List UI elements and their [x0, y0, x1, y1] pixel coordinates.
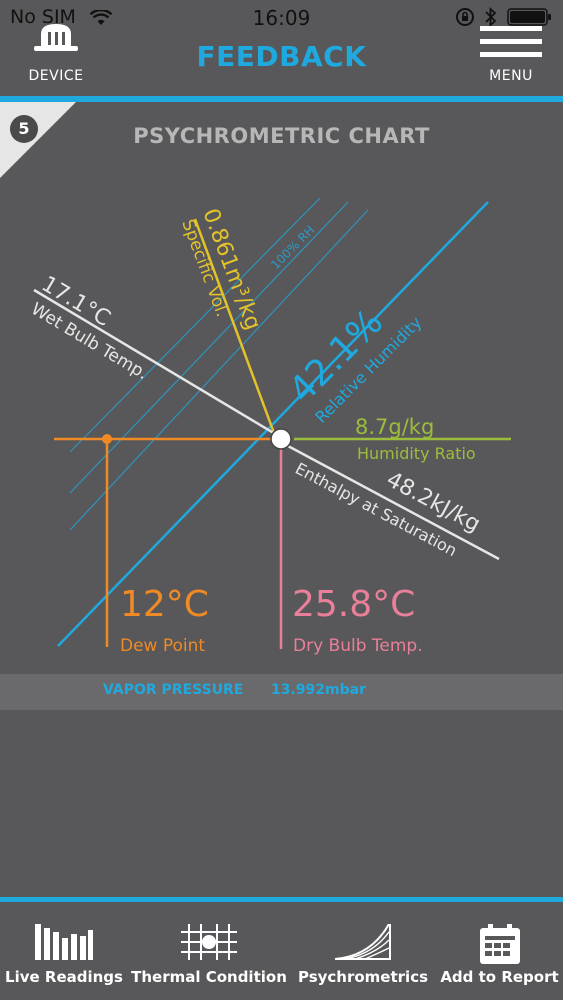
- app-header: DEVICE FEEDBACK MENU: [0, 24, 563, 96]
- hamburger-icon: [480, 26, 542, 57]
- status-icons: [455, 6, 553, 28]
- humidity-ratio-value: 8.7g/kg: [355, 415, 434, 439]
- vapor-pressure-value: 13.992mbar: [271, 682, 366, 698]
- dew-point-marker: [102, 434, 112, 444]
- bottom-tab-bar: Live Readings Thermal Condition Psychrom…: [0, 902, 563, 1000]
- tab-live-readings[interactable]: Live Readings: [0, 902, 128, 1000]
- tab-add-to-report[interactable]: Add to Report: [436, 902, 563, 1000]
- battery-icon: [507, 7, 551, 26]
- tab-thermal-condition[interactable]: Thermal Condition: [128, 902, 290, 1000]
- dry-bulb-label: Dry Bulb Temp.: [293, 636, 423, 656]
- dry-bulb-value: 25.8°C: [292, 584, 415, 625]
- report-icon: [479, 924, 520, 964]
- tab-add-to-report-label: Add to Report: [440, 968, 559, 986]
- state-point: [270, 428, 292, 450]
- grid-dot-icon: [181, 924, 237, 960]
- bluetooth-icon: [485, 6, 497, 27]
- psychrometric-panel: 5 PSYCHROMETRIC CHART 100% RH 0.861m³/kg…: [0, 102, 563, 897]
- rh-100-label: 100% RH: [268, 223, 317, 272]
- dew-point-value: 12°C: [120, 584, 209, 625]
- rotation-lock-icon: [455, 7, 474, 26]
- vapor-pressure-label: VAPOR PRESSURE: [103, 682, 244, 698]
- tab-psychrometrics[interactable]: Psychrometrics: [290, 902, 436, 1000]
- menu-label: MENU: [489, 68, 533, 84]
- bar-chart-icon: [35, 924, 93, 960]
- tab-psychrometrics-label: Psychrometrics: [297, 968, 429, 986]
- psychro-curve-icon: [335, 924, 391, 960]
- humidity-ratio-label: Humidity Ratio: [357, 444, 476, 463]
- menu-button[interactable]: MENU: [471, 26, 551, 96]
- tab-live-readings-label: Live Readings: [5, 968, 123, 986]
- psychrometric-diagram: 100% RH 0.861m³/kg Specific Vol. 17.1°C …: [27, 197, 511, 656]
- tab-thermal-condition-label: Thermal Condition: [131, 968, 287, 986]
- vapor-pressure-bar: VAPOR PRESSURE 13.992mbar: [0, 674, 563, 710]
- dew-point-label: Dew Point: [120, 636, 205, 656]
- status-bar: No SIM 16:09: [0, 0, 563, 34]
